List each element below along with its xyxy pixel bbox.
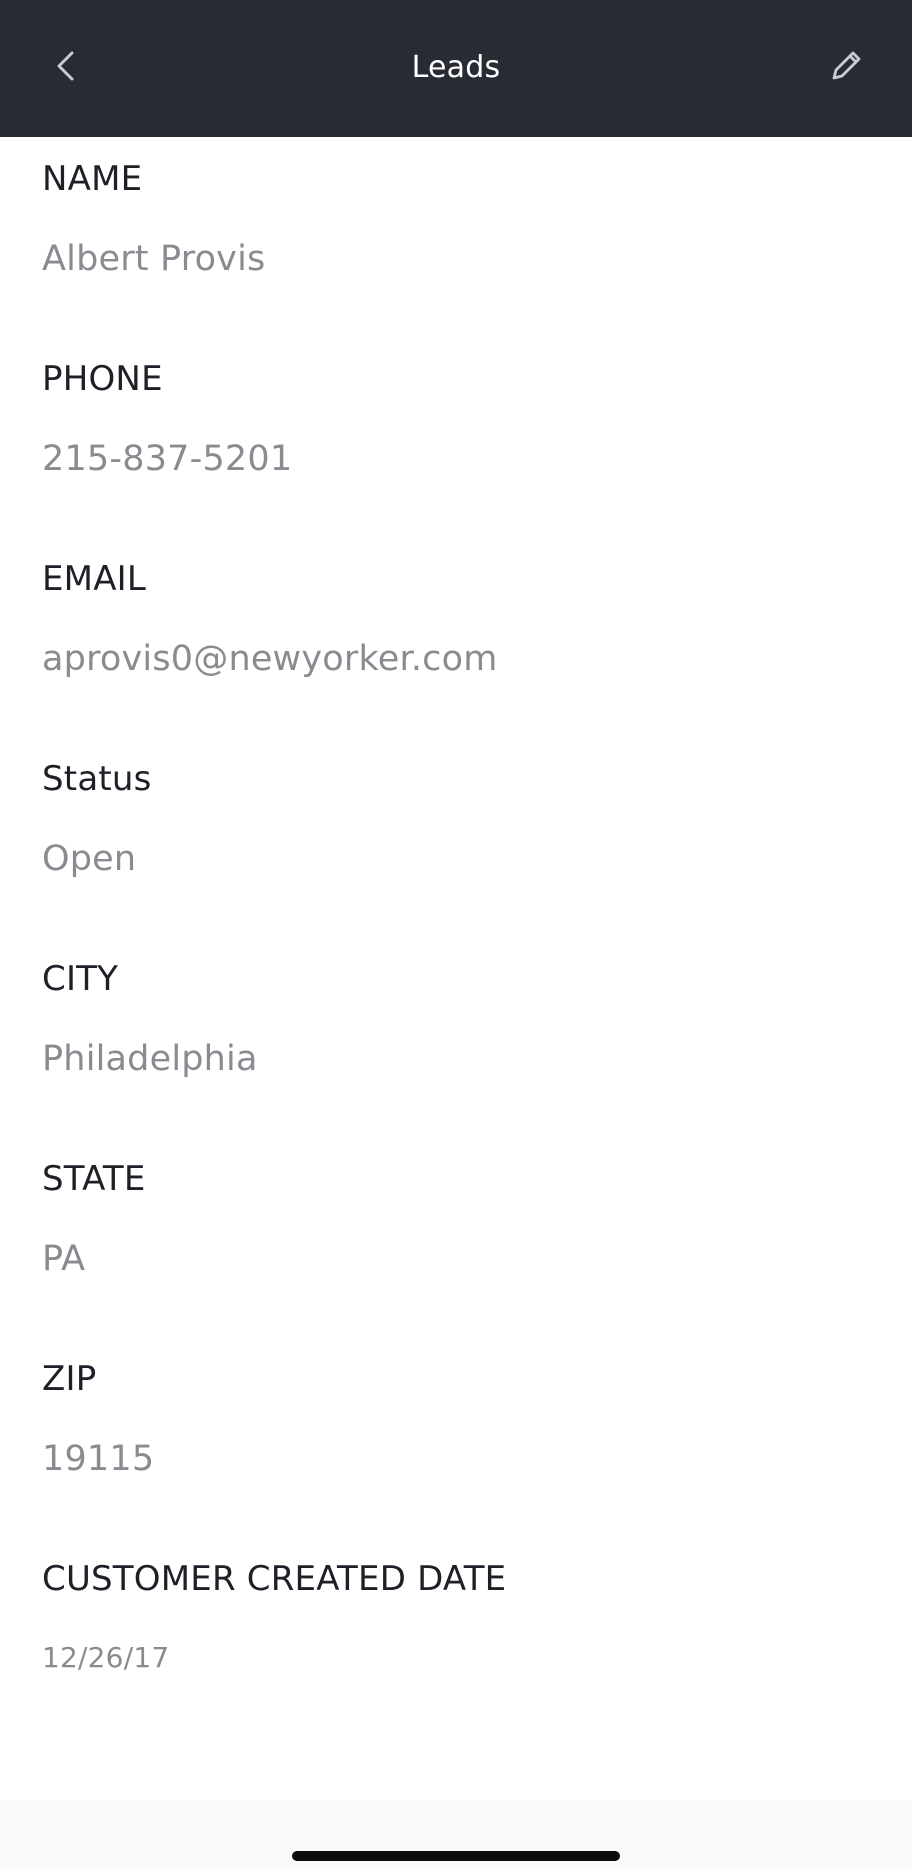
field-value-email[interactable]: aprovis0@newyorker.com bbox=[42, 639, 498, 679]
field-value-status: Open bbox=[42, 839, 137, 879]
field-value-state: PA bbox=[42, 1239, 86, 1279]
field-value-customer-created-date: 12/26/17 bbox=[42, 1641, 170, 1674]
chevron-left-icon bbox=[57, 51, 74, 81]
field-label-status: Status bbox=[42, 759, 152, 799]
field-value-city: Philadelphia bbox=[42, 1039, 258, 1079]
field-label-state: STATE bbox=[42, 1159, 146, 1199]
field-label-email: EMAIL bbox=[42, 559, 147, 599]
field-value-zip: 19115 bbox=[42, 1439, 155, 1479]
top-navigation-bar: Leads bbox=[0, 0, 912, 137]
field-label-zip: ZIP bbox=[42, 1359, 97, 1399]
back-button[interactable] bbox=[38, 38, 94, 94]
field-label-phone: PHONE bbox=[42, 359, 163, 399]
page-title: Leads bbox=[411, 49, 501, 85]
pencil-icon bbox=[832, 51, 861, 80]
field-label-customer-created-date: CUSTOMER CREATED DATE bbox=[42, 1559, 507, 1599]
home-indicator[interactable] bbox=[292, 1851, 620, 1861]
field-value-name: Albert Provis bbox=[42, 239, 266, 279]
field-label-name: NAME bbox=[42, 159, 143, 199]
field-label-city: CITY bbox=[42, 959, 119, 999]
field-value-phone[interactable]: 215-837-5201 bbox=[42, 439, 292, 479]
edit-button[interactable] bbox=[816, 38, 876, 94]
